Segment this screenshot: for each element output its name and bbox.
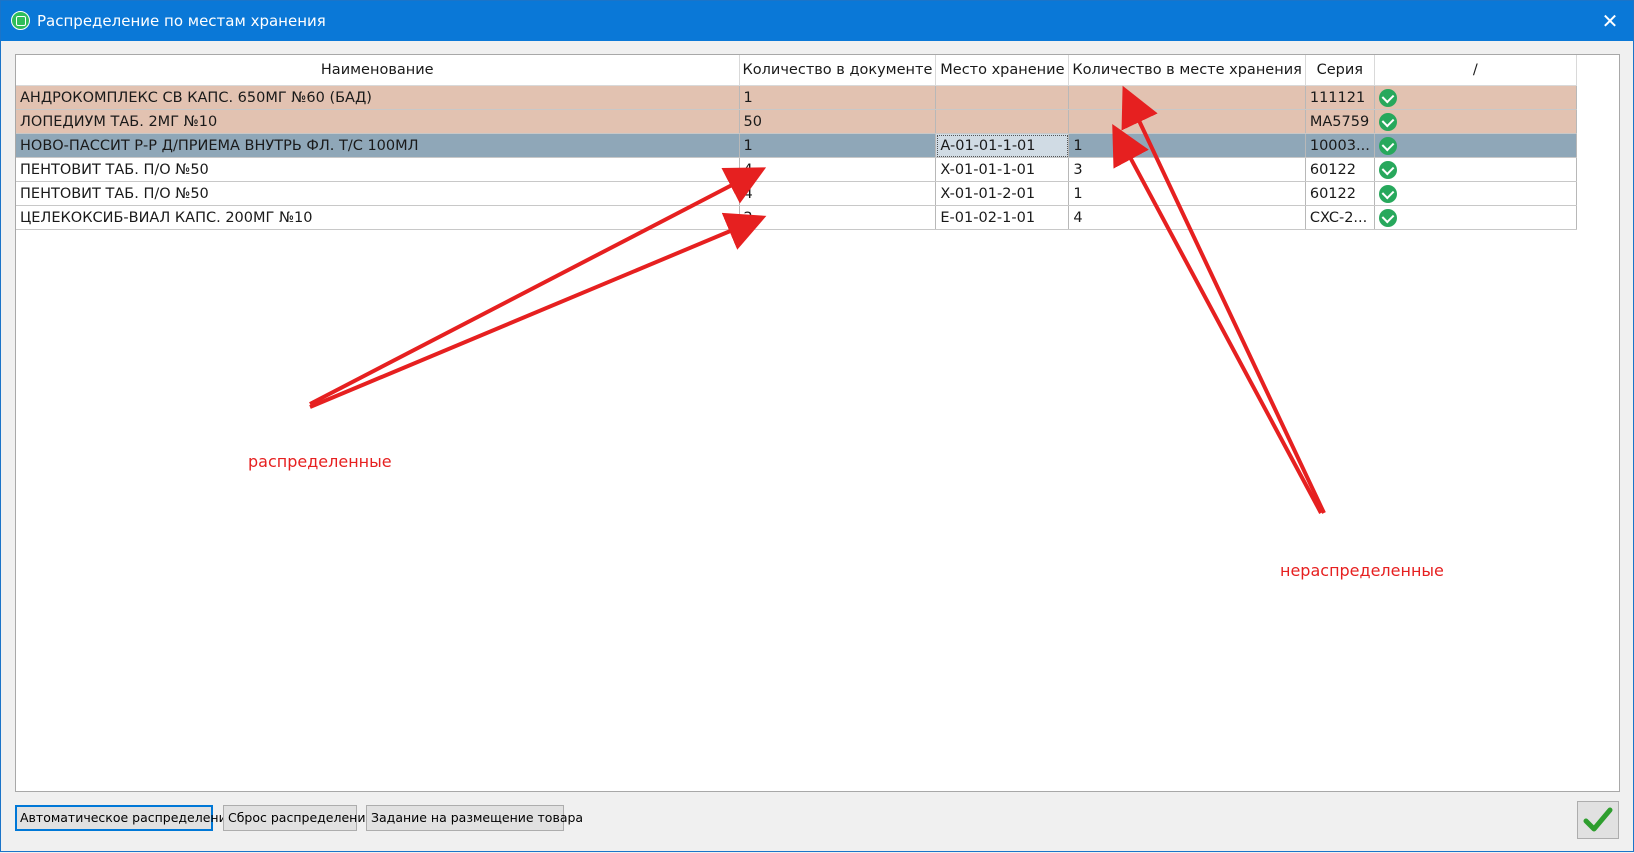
cell-doc-qty[interactable]: 1	[739, 85, 937, 110]
table-row[interactable]: НОВО-ПАССИТ Р-Р Д/ПРИЕМА ВНУТРЬ ФЛ. Т/С …	[16, 133, 1577, 158]
cell-series[interactable]: MA5759	[1305, 109, 1375, 134]
table-row[interactable]: ПЕНТОВИТ ТАБ. П/О №50 4 X-01-01-1-01 3 6…	[16, 157, 1577, 182]
cell-status[interactable]	[1374, 205, 1577, 230]
close-icon[interactable]: ✕	[1587, 1, 1633, 41]
column-header-loc-qty[interactable]: Количество в месте хранения	[1068, 55, 1306, 86]
cell-status[interactable]	[1374, 133, 1577, 158]
cell-series[interactable]: 111121	[1305, 85, 1375, 110]
check-circle-icon	[1378, 88, 1397, 107]
cell-location[interactable]	[935, 109, 1070, 134]
cell-doc-qty[interactable]: 50	[739, 109, 937, 134]
cell-status[interactable]	[1374, 109, 1577, 134]
cell-name[interactable]: ЦЕЛЕКОКСИБ-ВИАЛ КАПС. 200МГ №10	[16, 205, 740, 230]
cell-loc-qty[interactable]: 1	[1068, 133, 1306, 158]
distribution-grid[interactable]: Наименование Количество в документе Мест…	[15, 54, 1620, 792]
table-row[interactable]: ЦЕЛЕКОКСИБ-ВИАЛ КАПС. 200МГ №10 2 E-01-0…	[16, 205, 1577, 230]
title-bar: Распределение по местам хранения ✕	[1, 1, 1633, 41]
cell-doc-qty[interactable]: 1	[739, 133, 937, 158]
reset-distribution-button[interactable]: Сброс распределения	[223, 805, 373, 831]
window-title: Распределение по местам хранения	[37, 12, 326, 30]
cell-series[interactable]: 60122	[1305, 181, 1375, 206]
column-header-status[interactable]: /	[1374, 55, 1577, 86]
cell-loc-qty[interactable]: 1	[1068, 181, 1306, 206]
cell-location[interactable]: X-01-01-1-01	[935, 157, 1070, 182]
cell-series[interactable]: 10003...	[1305, 133, 1375, 158]
cell-name[interactable]: НОВО-ПАССИТ Р-Р Д/ПРИЕМА ВНУТРЬ ФЛ. Т/С …	[16, 133, 740, 158]
column-header-name[interactable]: Наименование	[16, 55, 740, 86]
column-header-series[interactable]: Серия	[1305, 55, 1375, 86]
distribution-table: Наименование Количество в документе Мест…	[16, 55, 1577, 230]
table-row[interactable]: ЛОПЕДИУМ ТАБ. 2МГ №10 50 MA5759	[16, 109, 1577, 134]
table-row[interactable]: АНДРОКОМПЛЕКС СВ КАПС. 650МГ №60 (БАД) 1…	[16, 85, 1577, 110]
column-header-location[interactable]: Место хранение	[935, 55, 1070, 86]
placement-task-button[interactable]: Задание на размещение товара	[366, 805, 583, 831]
auto-distribute-button[interactable]: Автоматическое распределение	[15, 805, 234, 831]
cell-series[interactable]: CXC-2...	[1305, 205, 1375, 230]
cell-location[interactable]: E-01-02-1-01	[935, 205, 1070, 230]
checkmark-icon	[1583, 807, 1613, 832]
app-logo-icon	[11, 11, 30, 30]
check-circle-icon	[1378, 136, 1397, 155]
cell-loc-qty[interactable]: 3	[1068, 157, 1306, 182]
annotation-distributed: распределенные	[248, 452, 392, 471]
cell-doc-qty[interactable]: 2	[739, 205, 937, 230]
cell-loc-qty[interactable]: 4	[1068, 205, 1306, 230]
cell-name[interactable]: ПЕНТОВИТ ТАБ. П/О №50	[16, 157, 740, 182]
cell-loc-qty[interactable]	[1068, 109, 1306, 134]
cell-doc-qty[interactable]: 4	[739, 181, 937, 206]
cell-status[interactable]	[1374, 157, 1577, 182]
cell-name[interactable]: ЛОПЕДИУМ ТАБ. 2МГ №10	[16, 109, 740, 134]
cell-location[interactable]: X-01-01-2-01	[935, 181, 1070, 206]
cell-location[interactable]: A-01-01-1-01	[935, 133, 1070, 158]
header-row: Наименование Количество в документе Мест…	[16, 55, 1577, 86]
check-circle-icon	[1378, 112, 1397, 131]
check-circle-icon	[1378, 208, 1397, 227]
cell-location[interactable]	[935, 85, 1070, 110]
cell-loc-qty[interactable]	[1068, 85, 1306, 110]
cell-status[interactable]	[1374, 181, 1577, 206]
cell-name[interactable]: ПЕНТОВИТ ТАБ. П/О №50	[16, 181, 740, 206]
cell-doc-qty[interactable]: 4	[739, 157, 937, 182]
confirm-button[interactable]	[1577, 801, 1619, 839]
distribution-dialog: Распределение по местам хранения ✕ Наиме…	[0, 0, 1634, 852]
cell-series[interactable]: 60122	[1305, 157, 1375, 182]
column-header-doc-qty[interactable]: Количество в документе	[739, 55, 937, 86]
table-row[interactable]: ПЕНТОВИТ ТАБ. П/О №50 4 X-01-01-2-01 1 6…	[16, 181, 1577, 206]
cell-name[interactable]: АНДРОКОМПЛЕКС СВ КАПС. 650МГ №60 (БАД)	[16, 85, 740, 110]
check-circle-icon	[1378, 160, 1397, 179]
annotation-undistributed: нераспределенные	[1280, 561, 1444, 580]
check-circle-icon	[1378, 184, 1397, 203]
cell-status[interactable]	[1374, 85, 1577, 110]
